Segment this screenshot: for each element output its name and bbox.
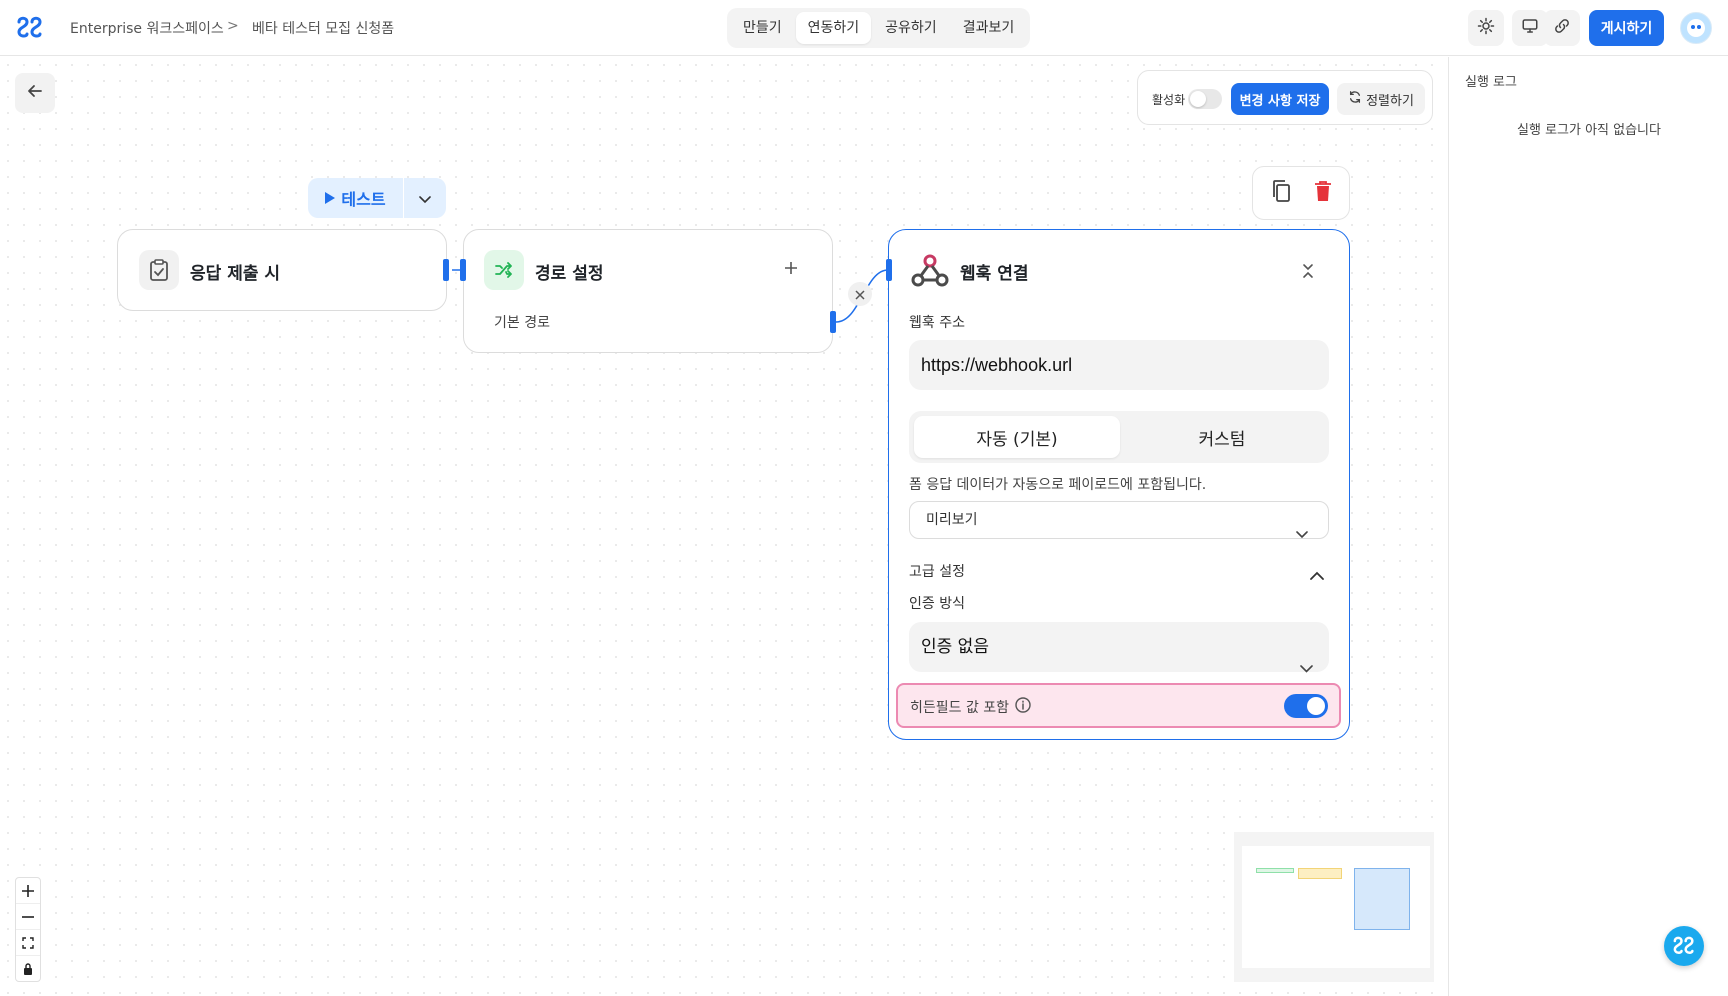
app-logo-icon <box>1673 936 1694 954</box>
webhook-url-label: 웹훅 주소 <box>909 315 965 331</box>
chevron-down-icon <box>1296 517 1308 553</box>
chevron-up-icon <box>1310 571 1324 580</box>
preview-label: 미리보기 <box>926 512 978 528</box>
fit-view-icon <box>22 936 34 949</box>
log-panel-title: 실행 로그 <box>1465 75 1517 90</box>
collapse-node-button[interactable] <box>1302 263 1314 283</box>
minus-icon <box>22 915 34 918</box>
auth-method-label: 인증 방식 <box>909 596 965 612</box>
webhook-icon <box>911 253 949 293</box>
webhook-node-title: 웹훅 연결 <box>960 264 1029 284</box>
trigger-node-title: 응답 제출 시 <box>190 264 281 284</box>
canvas-minimap[interactable] <box>1234 832 1434 982</box>
auth-method-select[interactable]: 인증 없음 <box>909 622 1329 673</box>
route-input-handle[interactable] <box>460 259 466 281</box>
route-node[interactable]: 경로 설정 기본 경로 <box>463 229 833 353</box>
webhook-node-actions <box>1252 166 1350 220</box>
fit-view-button[interactable] <box>16 930 40 956</box>
chevrons-collapse-icon <box>1303 264 1313 278</box>
auth-method-value: 인증 없음 <box>921 637 989 657</box>
preview-dropdown[interactable]: 미리보기 <box>909 501 1329 539</box>
trigger-output-handle[interactable] <box>443 259 449 281</box>
zoom-in-button[interactable] <box>16 878 40 904</box>
lock-view-button[interactable] <box>16 956 40 982</box>
shuffle-icon <box>484 250 524 290</box>
plus-icon <box>22 884 34 897</box>
zoom-controls <box>15 877 41 982</box>
advanced-collapse-button[interactable] <box>1310 565 1324 584</box>
remove-connection-button[interactable] <box>848 282 872 306</box>
trigger-node[interactable]: 응답 제출 시 <box>117 229 447 311</box>
delete-node-button[interactable] <box>1314 180 1332 206</box>
clipboard-check-icon <box>139 250 179 290</box>
mode-custom-option[interactable]: 커스텀 <box>1119 416 1325 458</box>
minimap-trigger-node <box>1256 868 1294 873</box>
log-empty-message: 실행 로그가 아직 없습니다 <box>1517 123 1661 138</box>
trash-icon <box>1315 181 1331 201</box>
close-icon <box>855 285 865 304</box>
duplicate-node-button[interactable] <box>1270 179 1292 207</box>
execution-log-panel: 실행 로그 실행 로그가 아직 없습니다 <box>1448 57 1728 996</box>
zoom-out-button[interactable] <box>16 904 40 930</box>
help-chat-button[interactable] <box>1664 926 1704 966</box>
webhook-url-input[interactable]: https://webhook.url <box>909 340 1329 390</box>
mode-description: 폼 응답 데이터가 자동으로 페이로드에 포함됩니다. <box>909 477 1207 493</box>
hidden-fields-row: 히든필드 값 포함 <box>896 683 1341 728</box>
advanced-settings-label[interactable]: 고급 설정 <box>909 561 965 581</box>
copy-icon <box>1273 180 1290 202</box>
webhook-input-handle[interactable] <box>886 259 892 281</box>
route-path-label: 기본 경로 <box>494 315 550 331</box>
add-route-button[interactable] <box>784 260 798 279</box>
minimap-route-node <box>1298 868 1342 879</box>
route-node-title: 경로 설정 <box>535 264 604 284</box>
lock-icon <box>24 963 32 975</box>
mode-auto-option[interactable]: 자동 (기본) <box>914 416 1120 458</box>
hidden-fields-label-group: 히든필드 값 포함 <box>910 697 1031 717</box>
hidden-fields-label: 히든필드 값 포함 <box>910 700 1010 716</box>
hidden-fields-toggle[interactable] <box>1284 694 1328 718</box>
payload-mode-toggle: 자동 (기본) 커스텀 <box>909 411 1329 463</box>
minimap-webhook-node <box>1354 868 1410 930</box>
minimap-viewport <box>1242 846 1430 968</box>
route-output-handle[interactable] <box>830 311 836 333</box>
plus-icon <box>785 262 797 274</box>
info-icon[interactable] <box>1015 697 1031 717</box>
